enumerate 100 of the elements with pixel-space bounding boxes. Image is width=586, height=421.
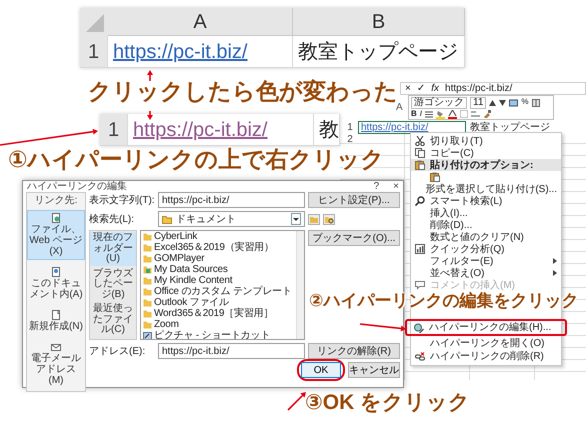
menu-item[interactable]: 並べ替え(O) [411, 267, 561, 279]
search-icon [414, 196, 424, 206]
percent-style-button[interactable]: % [521, 98, 529, 107]
annotation-text: ③OK をクリック [305, 391, 470, 416]
chart-icon [414, 244, 424, 254]
file-name[interactable]: Outlook ファイル [154, 297, 229, 308]
file-name[interactable]: Zoom [154, 319, 179, 330]
annotation-text: ①ハイパーリンクの上で右クリック [8, 146, 384, 172]
menu-item[interactable]: ハイパーリンクの削除(R) [411, 350, 561, 363]
link-cell[interactable]: https://pc-it.biz/ [128, 114, 314, 146]
cancel-button[interactable]: × [405, 83, 411, 94]
decimal-icon[interactable] [471, 110, 480, 118]
link-type-button[interactable]: 新規作成(N) [27, 307, 85, 335]
column-header[interactable]: A [396, 102, 403, 113]
font-name-field[interactable]: 游ゴシック [411, 96, 467, 108]
table-cell: 教室トップページ [293, 36, 465, 68]
italic-button[interactable]: I [420, 110, 422, 118]
browse-tab[interactable]: 最近使ったファイル(C) [90, 303, 136, 336]
link-cell[interactable]: https://pc-it.biz/ [108, 36, 293, 68]
field-label: 検索先(L): [89, 214, 135, 224]
align-icon[interactable] [425, 110, 434, 118]
document-icon [51, 342, 61, 352]
decrease-size-icon[interactable] [499, 98, 506, 106]
broken-link-icon [414, 352, 424, 362]
file-name[interactable]: CyberLink [154, 231, 198, 242]
menu-item[interactable]: スマート検索(L) [411, 195, 561, 207]
bookmark-button[interactable]: ブックマーク(O)... [308, 230, 400, 246]
row-header[interactable]: 1 [100, 114, 128, 146]
remove-link-button[interactable]: リンクの解除(R) [308, 343, 400, 359]
file-name[interactable]: Word365＆2019［実習用］ [154, 308, 274, 319]
paste-option-icon[interactable] [430, 172, 440, 182]
browse-tab[interactable]: ブラウズしたページ(B) [90, 268, 136, 301]
menu-item[interactable]: クイック分析(Q) [411, 243, 561, 255]
bold-button[interactable]: B [411, 110, 417, 118]
link-type-button[interactable]: 電子メールアドレス(M) [27, 339, 85, 389]
column-header[interactable]: B [293, 8, 465, 36]
menu-item[interactable]: 数式と値のクリア(N) [411, 231, 561, 243]
copy-icon [414, 148, 424, 158]
browse-folder-icon[interactable] [323, 214, 335, 224]
annotation-text: クリックしたら色が変わった [88, 78, 398, 104]
row-header[interactable]: 2 [342, 134, 358, 144]
document-icon [51, 267, 61, 277]
field-label: 表示文字列(T): [89, 194, 155, 206]
scissors-icon [414, 136, 424, 146]
file-name[interactable]: My Data Sources [154, 264, 228, 275]
address-field[interactable]: https://pc-it.biz/ [158, 343, 305, 359]
menu-item[interactable]: 形式を選択して貼り付け(S)... [411, 183, 561, 195]
enter-button[interactable]: ✓ [416, 83, 426, 94]
column-header[interactable]: A [108, 8, 293, 36]
table-icon[interactable] [532, 98, 540, 106]
arrow [147, 70, 153, 81]
link-type-button[interactable]: ファイル、Web ページ(X) [27, 210, 85, 260]
font-color-icon[interactable] [448, 110, 458, 118]
browse-tab[interactable]: 現在のフォルダー(U) [90, 232, 136, 266]
menu-item[interactable]: 切り取り(T) [411, 135, 561, 147]
file-name[interactable]: My Kindle Content [154, 275, 232, 286]
menu-item[interactable]: ハイパーリンクを開く(O) [411, 337, 561, 350]
table-cell: 教 [314, 114, 340, 146]
menu-item[interactable]: コピー(C) [411, 147, 561, 159]
currency-icon[interactable] [509, 98, 518, 106]
help-button[interactable]: ? [374, 181, 380, 192]
insert-function-button[interactable]: fx [431, 83, 440, 94]
file-name[interactable]: GOMPlayer [154, 253, 204, 264]
fill-color-icon[interactable] [436, 110, 446, 118]
text-field[interactable]: https://pc-it.biz/ [158, 192, 305, 208]
file-name[interactable]: Office のカスタム テンプレート [154, 286, 292, 297]
document-icon [51, 310, 61, 320]
menu-item[interactable]: フィルター(E) [411, 255, 561, 267]
globe-pencil-icon [414, 322, 424, 332]
menu-item[interactable]: ハイパーリンクの編集(H)... [410, 321, 562, 334]
cancel-button[interactable]: キャンセル [348, 362, 400, 378]
look-in-dropdown[interactable]: ドキュメント [158, 211, 305, 227]
table-cell-text: 教室トップページ [469, 122, 550, 132]
file-name[interactable]: ピクチャ - ショートカット [154, 330, 270, 339]
row-header[interactable]: 1 [80, 36, 108, 68]
field-label: アドレス(E): [89, 346, 146, 356]
pane-label: リンク先: [34, 195, 78, 206]
shortcut-icon [143, 331, 152, 339]
brush-icon[interactable] [483, 110, 492, 118]
comment-icon [414, 280, 424, 290]
menu-item[interactable]: 挿入(I)... [411, 207, 561, 219]
screen-tip-button[interactable]: ヒント設定(P)... [308, 192, 400, 208]
menu-header-label: 貼り付けのオプション: [430, 160, 534, 170]
menu-item[interactable]: 削除(D)... [411, 219, 561, 231]
close-button[interactable]: × [393, 181, 399, 192]
scrollbar[interactable] [296, 231, 304, 339]
borders-icon[interactable] [460, 110, 468, 118]
arrow [147, 111, 153, 120]
file-name[interactable]: Excel365＆2019（実習用） [154, 242, 274, 253]
ok-button[interactable]: OK [301, 362, 341, 378]
document-icon [51, 213, 61, 223]
dialog-title: ハイパーリンクの編集 [27, 181, 128, 192]
font-size-field[interactable]: 11 [470, 96, 486, 108]
increase-size-icon[interactable] [489, 98, 496, 106]
row-header[interactable]: 1 [342, 122, 358, 132]
annotation-text: ②ハイパーリンクの編集をクリック [309, 291, 578, 311]
arrow [287, 392, 306, 411]
clipboard-icon [414, 160, 424, 170]
link-type-button[interactable]: このドキュメント内(A) [27, 264, 85, 303]
database-folder-icon [143, 265, 152, 274]
